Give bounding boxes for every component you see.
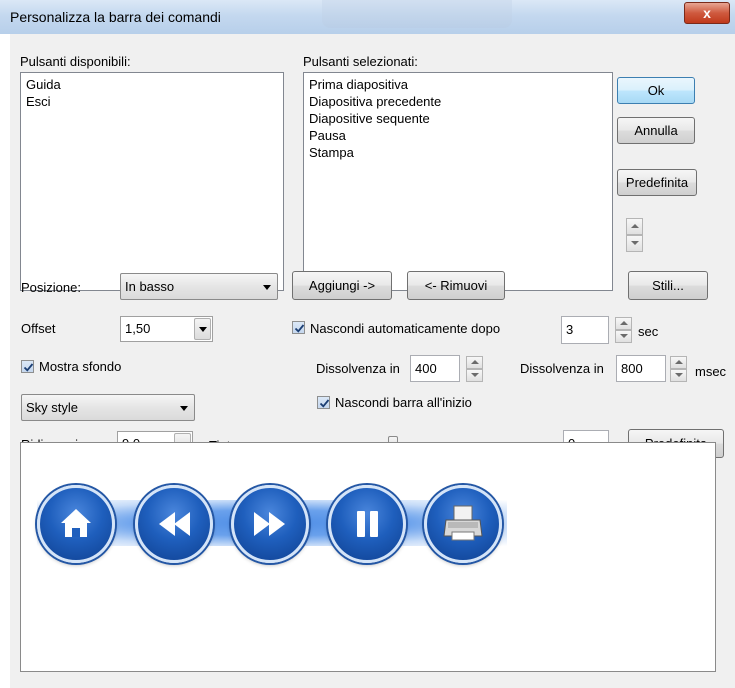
pause-icon [357,511,378,537]
print-icon [443,505,483,541]
fade-unit: msec [695,364,727,379]
autohide-label: Nascondi automaticamente dopo [310,321,501,336]
fade-out-spinner[interactable] [670,356,687,382]
hide-at-start-label: Nascondi barra all'inizio [335,395,472,410]
cancel-button[interactable]: Annulla [617,117,695,144]
pause-button[interactable] [328,485,406,563]
reorder-spinner[interactable] [626,218,643,252]
style-value: Sky style [26,400,79,415]
selected-buttons-list[interactable]: Prima diapositiva Diapositiva precedente… [303,72,613,291]
ok-button[interactable]: Ok [617,77,695,104]
home-icon [61,509,91,537]
list-item[interactable]: Guida [26,76,278,93]
home-button[interactable] [37,485,115,563]
hide-at-start-checkbox[interactable] [317,396,330,409]
increment-button[interactable] [670,356,687,369]
position-value: In basso [125,279,175,294]
position-select[interactable]: In basso [120,273,278,300]
background-window-tab [322,0,512,28]
increment-button[interactable] [466,356,483,369]
fade-out-input[interactable]: 800 [616,355,666,382]
available-buttons-label: Pulsanti disponibili: [20,54,131,69]
increment-button[interactable] [615,317,632,330]
offset-value: 1,50 [125,321,151,336]
print-button[interactable] [424,485,502,563]
fade-in-input[interactable]: 400 [410,355,460,382]
list-item[interactable]: Pausa [309,127,607,144]
fast-forward-button[interactable] [231,485,309,563]
show-background-checkbox[interactable] [21,360,34,373]
chevron-down-icon [263,284,271,290]
defaults-button[interactable]: Predefinita [617,169,697,196]
offset-label: Offset [21,321,56,336]
decrement-button[interactable] [615,330,632,343]
check-icon [294,324,305,333]
list-item[interactable]: Prima diapositiva [309,76,607,93]
styles-button[interactable]: Stili... [628,271,708,300]
chevron-down-icon [199,327,207,332]
fade-in-spinner[interactable] [466,356,483,382]
autohide-seconds-input[interactable]: 3 [561,316,609,344]
available-buttons-list[interactable]: Guida Esci [20,72,284,291]
window-title: Personalizza la barra dei comandi [10,9,221,25]
remove-button[interactable]: <- Rimuovi [407,271,505,300]
fade-in-label: Dissolvenza in [316,361,400,376]
autohide-seconds-spinner[interactable] [615,317,632,343]
list-item[interactable]: Esci [26,93,278,110]
check-icon [23,363,34,372]
close-button[interactable]: x [684,2,730,24]
rewind-icon [159,512,190,536]
fade-out-label: Dissolvenza in [520,361,604,376]
list-item[interactable]: Diapositiva precedente [309,93,607,110]
move-down-button[interactable] [626,235,643,252]
check-icon [319,399,330,408]
decrement-button[interactable] [466,369,483,382]
offset-dropdown-button[interactable] [194,318,211,340]
autohide-checkbox[interactable] [292,321,305,334]
autohide-unit: sec [638,324,659,339]
offset-select[interactable]: 1,50 [120,316,213,342]
decrement-button[interactable] [670,369,687,382]
toolbar-preview [20,442,716,672]
style-select[interactable]: Sky style [21,394,195,421]
list-item[interactable]: Diapositive sequente [309,110,607,127]
title-bar: Personalizza la barra dei comandi x [0,0,735,34]
fast-forward-icon [254,512,285,536]
chevron-down-icon [180,405,188,411]
move-up-button[interactable] [626,218,643,235]
list-item[interactable]: Stampa [309,144,607,161]
selected-buttons-label: Pulsanti selezionati: [303,54,418,69]
show-background-label: Mostra sfondo [39,359,122,374]
position-label: Posizione: [21,280,81,295]
rewind-button[interactable] [135,485,213,563]
add-button[interactable]: Aggiungi -> [292,271,392,300]
